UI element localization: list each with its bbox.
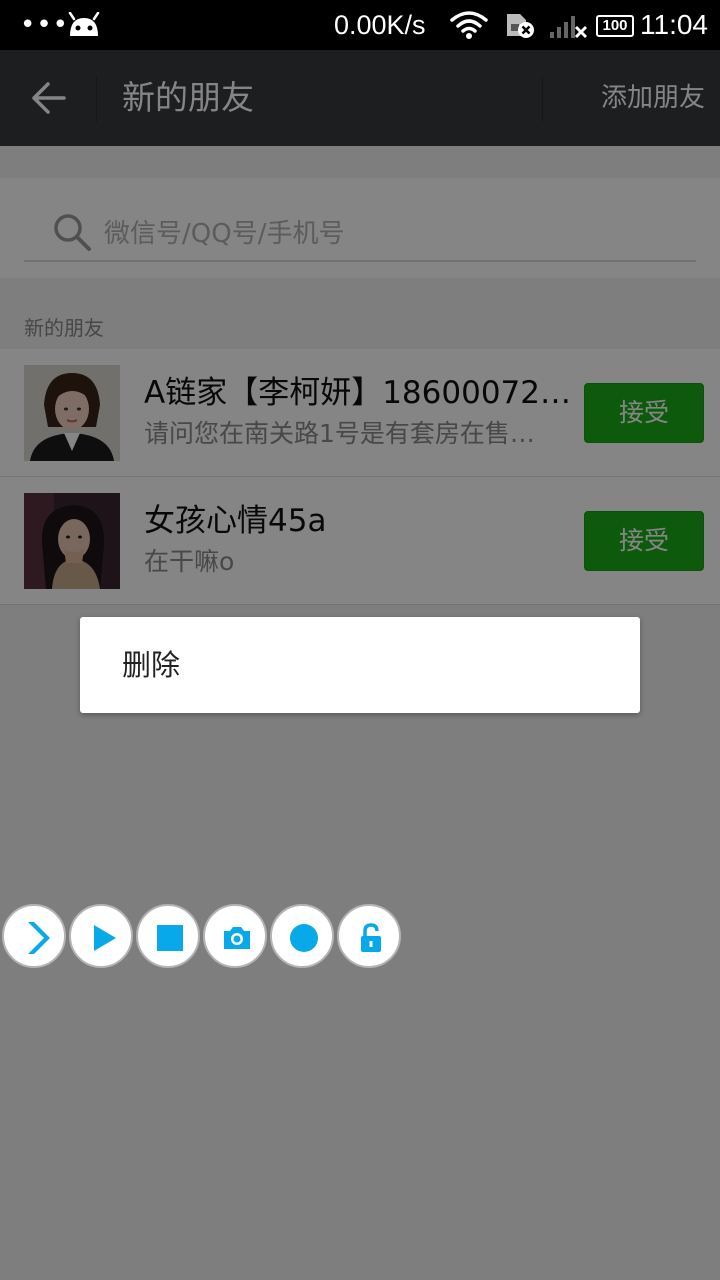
unlock-icon — [361, 923, 381, 952]
chevron-right-icon — [28, 922, 50, 954]
delete-menu-item[interactable]: 删除 — [80, 617, 640, 713]
stop-icon — [157, 925, 183, 951]
record-icon — [290, 924, 318, 952]
net-speed: 0.00K/s — [334, 10, 426, 40]
notification-dots: ••• — [20, 10, 70, 40]
unlock-button[interactable] — [337, 904, 401, 968]
signal-no-service-icon — [550, 16, 588, 39]
floating-toolbar — [0, 904, 404, 968]
stop-button[interactable] — [136, 904, 200, 968]
screenshot-button[interactable] — [203, 904, 267, 968]
android-icon — [68, 12, 100, 36]
record-button[interactable] — [270, 904, 334, 968]
context-menu: 删除 — [80, 617, 640, 713]
play-icon — [94, 925, 116, 951]
play-button[interactable] — [69, 904, 133, 968]
wifi-icon — [450, 11, 488, 39]
clock: 11:04 — [640, 9, 708, 40]
status-bar: ••• 0.00K/s 100 11:04 — [0, 0, 720, 50]
battery-icon: 100 — [596, 15, 634, 37]
expand-button[interactable] — [2, 904, 66, 968]
camera-icon — [224, 927, 250, 949]
sim-error-icon — [507, 14, 534, 38]
